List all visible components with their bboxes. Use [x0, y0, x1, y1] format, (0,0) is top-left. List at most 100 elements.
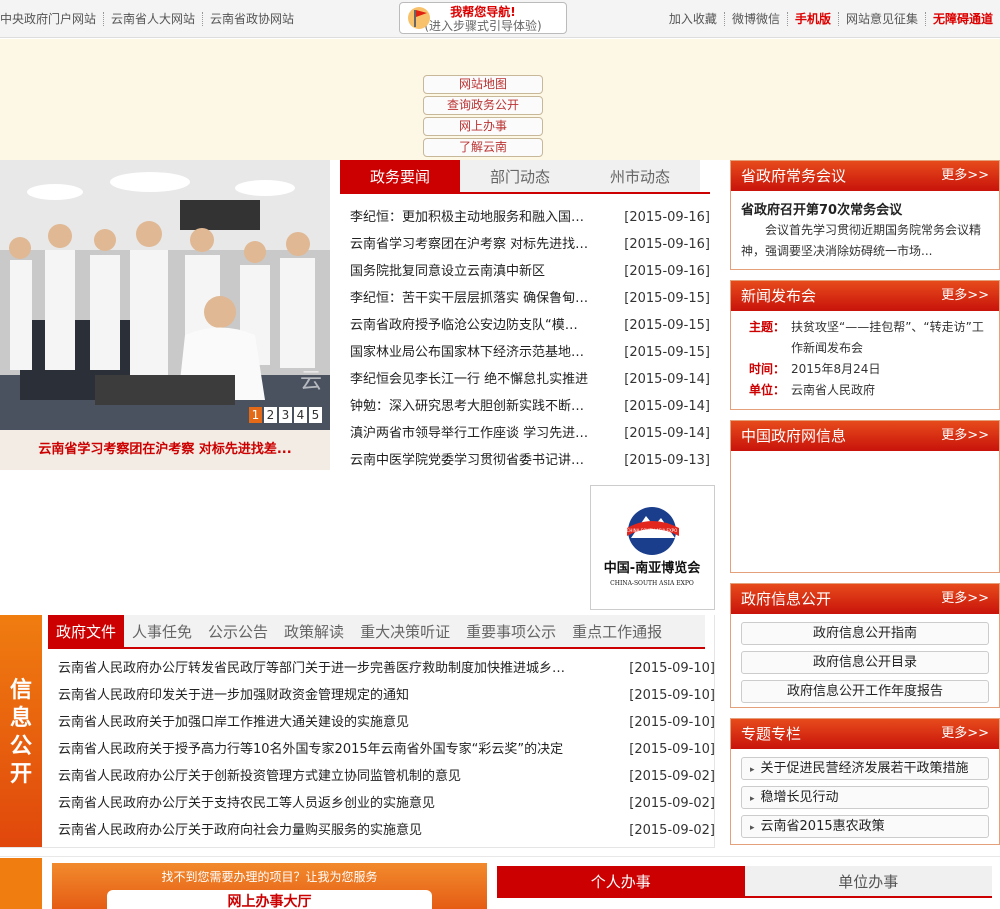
slide-page-5[interactable]: 5: [309, 407, 322, 423]
tab-policy-interpretation[interactable]: 政策解读: [276, 615, 352, 647]
list-item[interactable]: 李纪恒：更加积极主动地服务和融入国家战略 [2015-09-16]: [340, 204, 710, 231]
gov-net-box: 中国政府网信息 更多>>: [730, 420, 1000, 573]
link-cppcc[interactable]: 云南省政协网站: [203, 12, 301, 26]
list-item[interactable]: 云南省人民政府关于加强口岸工作推进大通关建设的实施意见 [2015-09-10]: [48, 709, 715, 736]
list-item[interactable]: 李纪恒：苦干实干层层抓落实 确保鲁甸灾后重建 [2015-09-15]: [340, 285, 710, 312]
tab-announcements[interactable]: 公示公告: [200, 615, 276, 647]
list-item-date: [2015-09-02]: [629, 823, 715, 838]
slide-page-4[interactable]: 4: [294, 407, 307, 423]
link-favorite[interactable]: 加入收藏: [662, 12, 725, 26]
topic-item[interactable]: ▸ 云南省2015惠农政策: [741, 815, 989, 838]
nav-query[interactable]: 查询政务公开: [423, 96, 543, 115]
tab-gov-news[interactable]: 政务要闻: [340, 160, 460, 192]
list-item-title[interactable]: 云南省人民政府关于加强口岸工作推进大通关建设的实施意见: [58, 709, 578, 736]
topics-more[interactable]: 更多>>: [941, 719, 989, 749]
nav-online-service[interactable]: 网上办事: [423, 117, 543, 136]
press-more[interactable]: 更多>>: [941, 281, 989, 311]
list-item[interactable]: 云南省人民政府办公厅转发省民政厅等部门关于进一步完善医疗救助制度加快推进城乡居民…: [48, 655, 715, 682]
service-hint: 找不到您需要办理的项目？让我为您服务: [161, 870, 378, 884]
link-npc[interactable]: 云南省人大网站: [104, 12, 204, 26]
link-feedback[interactable]: 网站意见征集: [839, 12, 926, 26]
info-public-tabs: 政府文件 人事任免 公示公告 政策解读 重大决策听证 重要事项公示 重点工作通报: [48, 615, 705, 649]
info-open-header: 政府信息公开 更多>>: [731, 584, 999, 614]
list-item-title[interactable]: 李纪恒：苦干实干层层抓落实 确保鲁甸灾后重建: [350, 285, 590, 312]
gov-meeting-more[interactable]: 更多>>: [941, 161, 989, 191]
list-item[interactable]: 云南省政府授予临沧公安边防支队“模范边防支队” [2015-09-15]: [340, 312, 710, 339]
meeting-headline[interactable]: 省政府召开第70次常务会议: [731, 191, 999, 218]
nav-about-yunnan[interactable]: 了解云南: [423, 138, 543, 157]
slideshow: 云 1 2 3 4 5 云南省学习考察团在沪考察 对标先进找差...: [0, 160, 330, 470]
tab-gov-documents[interactable]: 政府文件: [48, 615, 125, 647]
nav-sitemap[interactable]: 网站地图: [423, 75, 543, 94]
tab-important-notices[interactable]: 重要事项公示: [458, 615, 564, 647]
list-item-title[interactable]: 云南省人民政府办公厅关于创新投资管理方式建立协同监管机制的意见: [58, 763, 578, 790]
list-item-title[interactable]: 云南省人民政府办公厅关于政府向社会力量购买服务的实施意见: [58, 817, 578, 844]
gov-net-more[interactable]: 更多>>: [941, 421, 989, 451]
list-item-title[interactable]: 云南省人民政府办公厅转发省民政厅等部门关于进一步完善医疗救助制度加快推进城乡居民…: [58, 655, 578, 682]
list-item-date: [2015-09-14]: [624, 426, 710, 441]
list-item-title[interactable]: 云南省人民政府办公厅关于支持农民工等人员返乡创业的实施意见: [58, 790, 578, 817]
tab-appointments[interactable]: 人事任免: [124, 615, 200, 647]
list-item-title[interactable]: 钟勉：深入研究思考大胆创新实践不断推进: [350, 393, 590, 420]
press-time-label: 时间：: [749, 362, 786, 376]
expo-banner[interactable]: CHINA-SOUTH ASIA EXPO 中国-南亚博览会 CHINA-SOU…: [590, 485, 715, 610]
list-item-title[interactable]: 国家林业局公布国家林下经济示范基地名单: [350, 339, 590, 366]
slide-caption[interactable]: 云南省学习考察团在沪考察 对标先进找差...: [0, 430, 330, 470]
slide-pager: 1 2 3 4 5: [247, 407, 322, 423]
tab-personal-service[interactable]: 个人办事: [497, 866, 745, 896]
list-item-title[interactable]: 云南省政府授予临沧公安边防支队“模范边防支队”: [350, 312, 590, 339]
info-open-report[interactable]: 政府信息公开工作年度报告: [741, 680, 989, 703]
tab-unit-service[interactable]: 单位办事: [744, 866, 992, 896]
bottom-side-bar: [0, 858, 42, 909]
list-item[interactable]: 云南省人民政府印发关于进一步加强财政资金管理规定的通知 [2015-09-10]: [48, 682, 715, 709]
guide-button[interactable]: 我帮您导航! (进入步骤式引导体验): [399, 2, 567, 34]
press-topic-label: 主题：: [749, 320, 786, 334]
link-central-gov[interactable]: 中央政府门户网站: [0, 12, 105, 26]
list-item[interactable]: 云南省人民政府办公厅关于创新投资管理方式建立协同监管机制的意见 [2015-09-…: [48, 763, 715, 790]
list-item[interactable]: 滇沪两省市领导举行工作座谈 学习先进经验 [2015-09-14]: [340, 420, 710, 447]
list-item[interactable]: 钟勉：深入研究思考大胆创新实践不断推进 [2015-09-14]: [340, 393, 710, 420]
topic-item[interactable]: ▸ 关于促进民营经济发展若干政策措施: [741, 757, 989, 780]
tab-city-news[interactable]: 州市动态: [580, 160, 700, 192]
topics-header: 专题专栏 更多>>: [731, 719, 999, 749]
list-item-date: [2015-09-16]: [624, 264, 710, 279]
link-mobile[interactable]: 手机版: [788, 12, 839, 26]
list-item-title[interactable]: 滇沪两省市领导举行工作座谈 学习先进经验: [350, 420, 590, 447]
slide-page-3[interactable]: 3: [279, 407, 292, 423]
info-open-more[interactable]: 更多>>: [941, 584, 989, 614]
list-item[interactable]: 云南省人民政府办公厅关于政府向社会力量购买服务的实施意见 [2015-09-02]: [48, 817, 715, 844]
list-item-title[interactable]: 云南省学习考察团在沪考察 对标先进找差距: [350, 231, 590, 258]
list-item[interactable]: 云南省学习考察团在沪考察 对标先进找差距 [2015-09-16]: [340, 231, 710, 258]
tab-dept-news[interactable]: 部门动态: [460, 160, 580, 192]
link-accessibility[interactable]: 无障碍通道: [926, 12, 1000, 26]
info-open-catalog[interactable]: 政府信息公开目录: [741, 651, 989, 674]
arrow-right-icon: ▸: [750, 823, 755, 833]
tab-decision-hearing[interactable]: 重大决策听证: [352, 615, 458, 647]
list-item-title[interactable]: 云南中医学院党委学习贯彻省委书记讲话精神: [350, 447, 590, 474]
tab-work-reports[interactable]: 重点工作通报: [564, 615, 670, 647]
link-weibo[interactable]: 微博微信: [725, 12, 788, 26]
slide-page-2[interactable]: 2: [264, 407, 277, 423]
list-item-title[interactable]: 李纪恒：更加积极主动地服务和融入国家战略: [350, 204, 590, 231]
info-public-side-label: 信 息 公 开: [0, 615, 42, 848]
list-item-title[interactable]: 李纪恒会见李长江一行 绝不懈怠扎实推进: [350, 366, 590, 393]
list-item[interactable]: 李纪恒会见李长江一行 绝不懈怠扎实推进 [2015-09-14]: [340, 366, 710, 393]
list-item-date: [2015-09-10]: [629, 688, 715, 703]
list-item-title[interactable]: 云南省人民政府印发关于进一步加强财政资金管理规定的通知: [58, 682, 578, 709]
list-item-title[interactable]: 国务院批复同意设立云南滇中新区: [350, 258, 590, 285]
list-item[interactable]: 国务院批复同意设立云南滇中新区 [2015-09-16]: [340, 258, 710, 285]
list-item[interactable]: 国家林业局公布国家林下经济示范基地名单 [2015-09-15]: [340, 339, 710, 366]
press-topic[interactable]: 扶贫攻坚“——挂包帮”、“转走访”工作新闻发布会: [791, 317, 991, 359]
list-item-date: [2015-09-13]: [624, 453, 710, 468]
topic-item[interactable]: ▸ 稳增长见行动: [741, 786, 989, 809]
list-item[interactable]: 云南中医学院党委学习贯彻省委书记讲话精神 [2015-09-13]: [340, 447, 710, 474]
online-service-hall-button[interactable]: 网上办事大厅: [107, 890, 432, 909]
slide-page-1[interactable]: 1: [249, 407, 262, 423]
list-item-title[interactable]: 云南省人民政府关于授予高力行等10名外国专家2015年云南省外国专家“彩云奖”的…: [58, 736, 578, 763]
list-item-date: [2015-09-10]: [629, 742, 715, 757]
list-item[interactable]: 云南省人民政府关于授予高力行等10名外国专家2015年云南省外国专家“彩云奖”的…: [48, 736, 715, 763]
slide-photo[interactable]: 云: [0, 160, 330, 430]
list-item[interactable]: 云南省人民政府办公厅关于支持农民工等人员返乡创业的实施意见 [2015-09-02…: [48, 790, 715, 817]
info-open-guide[interactable]: 政府信息公开指南: [741, 622, 989, 645]
gov-meeting-header: 省政府常务会议 更多>>: [731, 161, 999, 191]
